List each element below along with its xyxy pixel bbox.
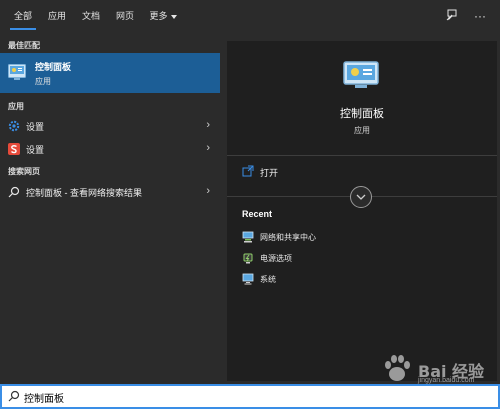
chevron-right-icon[interactable]: ›: [206, 142, 210, 154]
open-label: 打开: [260, 168, 279, 178]
app-item-settings-sogou[interactable]: 设置 ›: [0, 138, 220, 160]
power-options-icon: [243, 253, 253, 264]
best-match-heading: 最佳匹配: [8, 41, 40, 50]
more-options-icon[interactable]: ···: [472, 8, 488, 24]
chevron-right-icon[interactable]: ›: [206, 119, 210, 131]
gear-icon: [8, 120, 20, 132]
expand-button[interactable]: [350, 186, 372, 208]
web-search-label: 控制面板 - 查看网络搜索结果: [26, 188, 142, 198]
search-icon: [8, 390, 20, 402]
results-pane: 最佳匹配 控制面板 应用 应用 设置 › 设置 › 搜索网页 控制面板 - 查看…: [0, 32, 220, 381]
control-panel-icon: [8, 64, 26, 80]
app-item-settings[interactable]: 设置 ›: [0, 115, 220, 137]
best-match-type: 应用: [35, 77, 51, 86]
tab-apps[interactable]: 应用: [40, 0, 74, 32]
web-search-heading: 搜索网页: [8, 167, 40, 176]
recent-item-label: 系统: [260, 275, 276, 284]
watermark-url: jingyan.baidu.com: [418, 377, 475, 384]
system-icon: [242, 273, 254, 285]
tab-web[interactable]: 网页: [108, 0, 142, 32]
recent-item-network[interactable]: 网络和共享中心: [227, 227, 497, 247]
preview-title: 控制面板: [340, 108, 384, 120]
tab-more[interactable]: 更多: [143, 0, 183, 32]
divider: [227, 155, 497, 156]
tab-all[interactable]: 全部: [6, 0, 40, 32]
sogou-icon: [8, 143, 20, 155]
recent-item-label: 网络和共享中心: [260, 233, 316, 242]
search-icon: [8, 186, 20, 198]
chevron-down-icon: [170, 14, 177, 19]
open-icon: [242, 165, 254, 177]
search-bar: [0, 384, 500, 409]
paw-icon: [385, 355, 410, 381]
tab-more-label: 更多: [149, 11, 168, 21]
recent-item-power[interactable]: 电源选项: [227, 248, 497, 268]
recent-item-label: 电源选项: [260, 254, 292, 263]
network-icon: [242, 231, 254, 243]
chevron-right-icon[interactable]: ›: [206, 185, 210, 197]
app-item-label: 设置: [26, 145, 45, 155]
feedback-icon[interactable]: [444, 8, 460, 24]
recent-item-system[interactable]: 系统: [227, 269, 497, 289]
top-navigation: 全部 应用 文档 网页 更多 ···: [0, 0, 500, 32]
search-input[interactable]: [24, 388, 324, 406]
app-item-label: 设置: [26, 122, 45, 132]
control-panel-icon: [343, 61, 379, 88]
open-action[interactable]: 打开: [227, 161, 497, 183]
best-match-item[interactable]: 控制面板 应用: [0, 53, 220, 93]
best-match-name: 控制面板: [35, 62, 72, 72]
preview-pane: 控制面板 应用 打开 Recent 网络和共享中心 电源选项 系统: [227, 41, 497, 381]
apps-heading: 应用: [8, 102, 24, 111]
chevron-down-icon: [356, 194, 366, 200]
tab-documents[interactable]: 文档: [74, 0, 108, 32]
web-search-result[interactable]: 控制面板 - 查看网络搜索结果 ›: [0, 181, 220, 203]
recent-heading: Recent: [242, 209, 273, 219]
preview-type: 应用: [354, 126, 370, 135]
